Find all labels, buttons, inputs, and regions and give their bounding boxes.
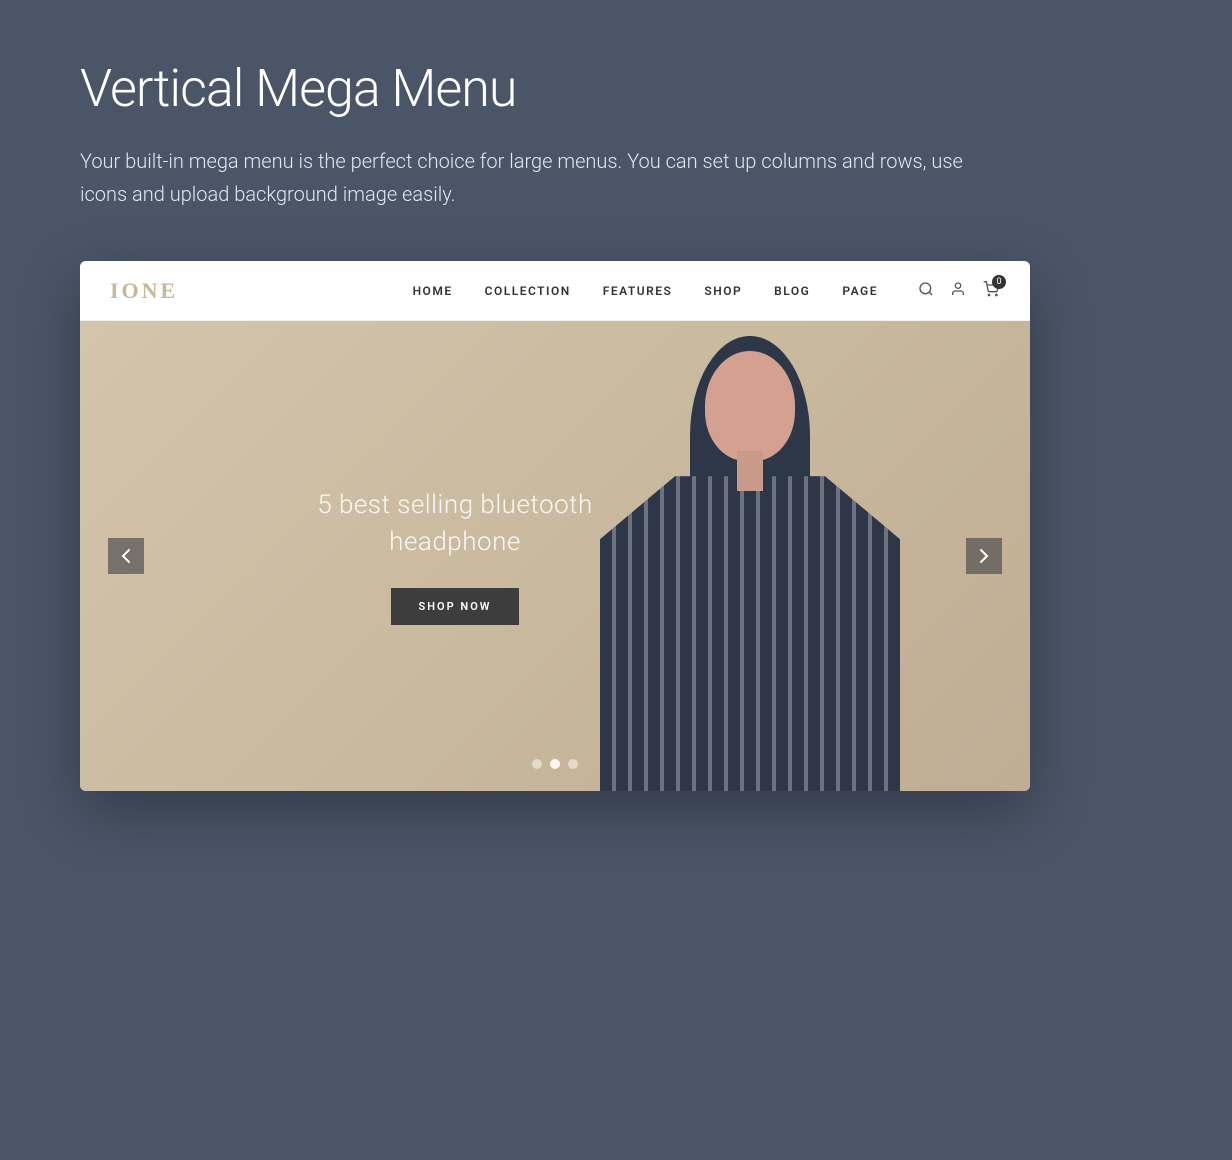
cart-icon[interactable]: 0 [982, 281, 1000, 301]
nav-collection[interactable]: COLLECTION [485, 284, 571, 298]
prev-arrow[interactable] [108, 538, 144, 574]
slider-dots [532, 759, 578, 769]
nav-blog[interactable]: BLOG [774, 284, 810, 298]
nav-icons: 0 [918, 281, 1000, 301]
dot-2[interactable] [550, 759, 560, 769]
next-arrow[interactable] [966, 538, 1002, 574]
hero-body [600, 476, 900, 791]
nav-features[interactable]: FEATURES [603, 284, 673, 298]
nav-shop[interactable]: SHOP [704, 284, 742, 298]
dot-1[interactable] [532, 759, 542, 769]
page-description: Your built-in mega menu is the perfect c… [80, 145, 980, 211]
hero-slider: 5 best selling bluetooth headphone SHOP … [80, 321, 1030, 791]
hero-neck [737, 451, 763, 491]
browser-mockup: IONE HOME COLLECTION FEATURES SHOP BLOG … [80, 261, 1030, 791]
user-icon[interactable] [950, 281, 966, 301]
navbar: IONE HOME COLLECTION FEATURES SHOP BLOG … [80, 261, 1030, 321]
cart-badge: 0 [992, 275, 1006, 289]
page-title: Vertical Mega Menu [80, 60, 1152, 117]
search-icon[interactable] [918, 281, 934, 301]
nav-home[interactable]: HOME [413, 284, 453, 298]
shop-now-button[interactable]: SHOP NOW [391, 588, 520, 625]
hero-title: 5 best selling bluetooth headphone [317, 487, 593, 560]
logo: IONE [110, 278, 178, 304]
hero-content: 5 best selling bluetooth headphone SHOP … [317, 487, 593, 625]
nav-page[interactable]: PAGE [842, 284, 878, 298]
hero-head [705, 351, 795, 461]
dot-3[interactable] [568, 759, 578, 769]
nav-links: HOME COLLECTION FEATURES SHOP BLOG PAGE [413, 284, 878, 298]
